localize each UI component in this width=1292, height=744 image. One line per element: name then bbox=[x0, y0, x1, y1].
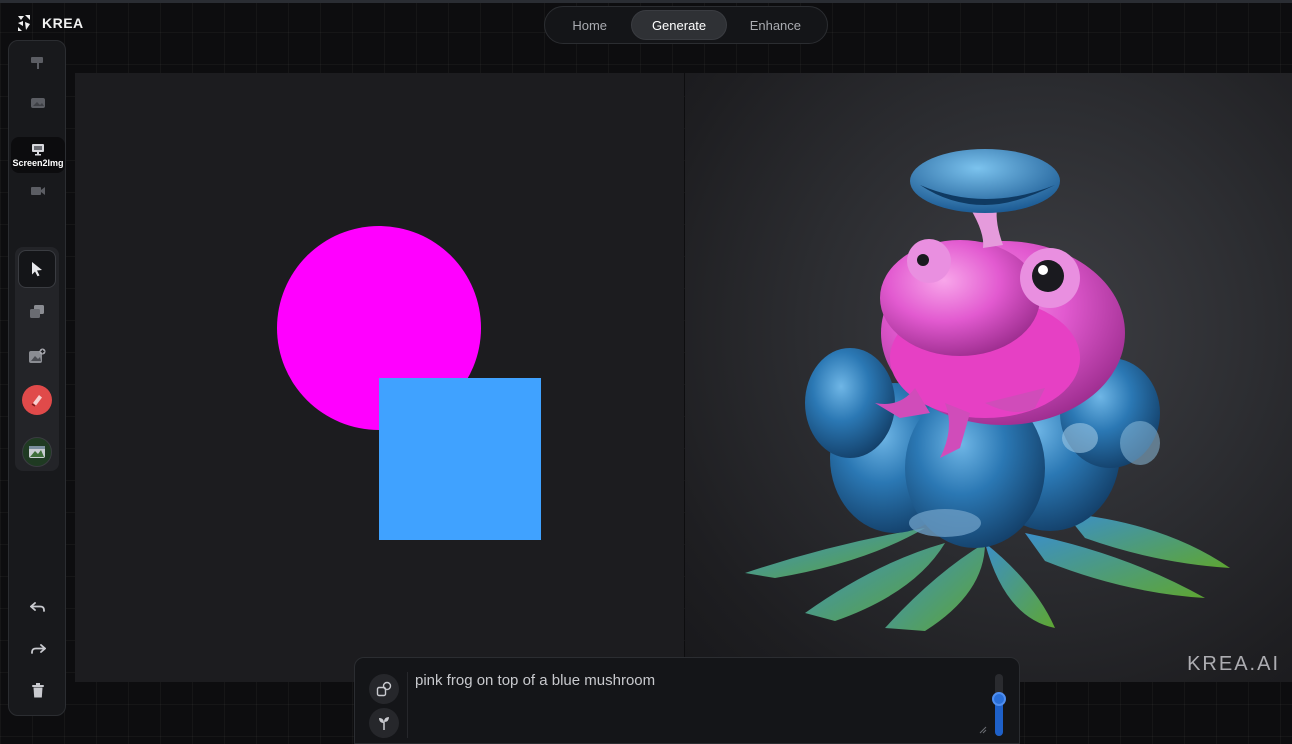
generated-image: KREA.AI bbox=[685, 73, 1292, 682]
prompt-divider bbox=[407, 672, 408, 738]
tab-enhance[interactable]: Enhance bbox=[727, 10, 824, 40]
undo-button[interactable] bbox=[26, 597, 50, 617]
image-thumbnail-icon bbox=[29, 446, 45, 458]
prompt-input[interactable]: pink frog on top of a blue mushroom bbox=[415, 672, 981, 738]
style-transfer-button[interactable] bbox=[369, 674, 399, 704]
drawing-canvas[interactable] bbox=[75, 73, 684, 682]
strength-slider[interactable] bbox=[992, 674, 1006, 736]
left-toolbar: Screen2Img bbox=[8, 40, 66, 716]
tab-generate[interactable]: Generate bbox=[631, 10, 727, 40]
brand-name: KREA bbox=[42, 15, 84, 31]
sprout-button[interactable] bbox=[369, 708, 399, 738]
mode-button-flag[interactable] bbox=[26, 53, 50, 73]
window-top-edge bbox=[0, 0, 1292, 3]
blue-square-shape[interactable] bbox=[379, 378, 541, 540]
add-image-icon bbox=[29, 348, 46, 363]
mode-label-screen2img: Screen2Img bbox=[12, 157, 64, 168]
resize-grip-icon[interactable] bbox=[979, 726, 987, 734]
style-transfer-icon bbox=[376, 681, 392, 697]
add-image-tool-button[interactable] bbox=[25, 345, 49, 367]
mode-button-image[interactable] bbox=[26, 93, 50, 113]
brand-logo[interactable]: KREA bbox=[16, 14, 84, 32]
tool-group bbox=[15, 247, 59, 471]
image-icon bbox=[31, 98, 45, 108]
redo-button[interactable] bbox=[26, 639, 50, 659]
output-watermark: KREA.AI bbox=[1187, 653, 1280, 675]
flag-icon bbox=[31, 57, 43, 69]
image-thumbnail-button[interactable] bbox=[22, 437, 52, 467]
undo-icon bbox=[30, 602, 45, 612]
tab-home[interactable]: Home bbox=[548, 10, 631, 40]
krea-logo-icon bbox=[18, 15, 30, 31]
cursor-arrow-icon bbox=[32, 262, 42, 277]
trash-icon bbox=[32, 682, 44, 697]
sprout-icon bbox=[379, 717, 389, 730]
strength-slider-thumb[interactable] bbox=[992, 691, 1006, 706]
mode-button-screen2img[interactable]: Screen2Img bbox=[11, 137, 65, 173]
select-tool-button[interactable] bbox=[18, 250, 56, 288]
eraser-icon bbox=[31, 395, 42, 407]
delete-button[interactable] bbox=[26, 679, 50, 701]
video-camera-icon bbox=[31, 187, 45, 195]
mode-button-video[interactable] bbox=[26, 181, 50, 201]
layers-tool-button[interactable] bbox=[25, 301, 49, 323]
prompt-bar: pink frog on top of a blue mushroom bbox=[354, 657, 1020, 744]
pink-frog-on-blue-mushroom-image bbox=[745, 149, 1230, 631]
layers-icon bbox=[30, 305, 44, 318]
redo-icon bbox=[31, 644, 46, 654]
eraser-tool-button[interactable] bbox=[22, 385, 52, 415]
screen-monitor-icon bbox=[32, 143, 44, 155]
top-navigation: Home Generate Enhance bbox=[544, 6, 828, 44]
